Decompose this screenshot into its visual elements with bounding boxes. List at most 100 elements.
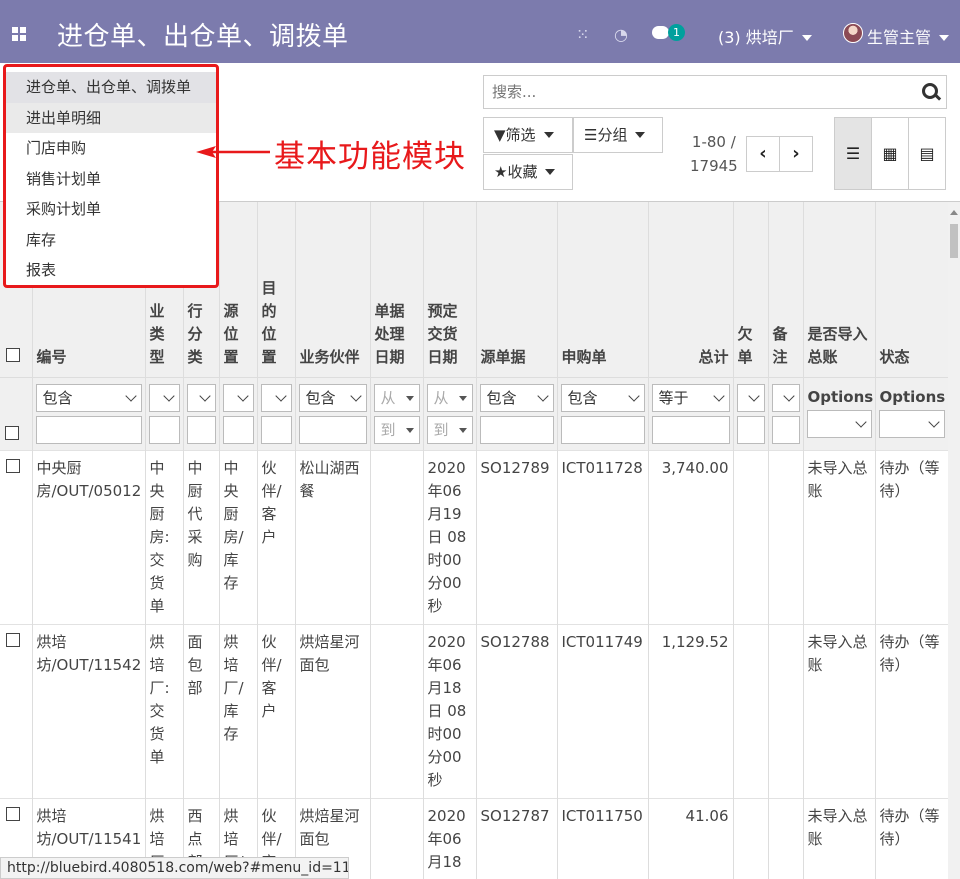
process-date-from-select[interactable]: 从 xyxy=(373,383,420,412)
purchase-filter-input[interactable] xyxy=(560,415,645,444)
type-operator-select[interactable] xyxy=(148,383,180,412)
user-menu[interactable]: 生管主管 xyxy=(867,24,950,48)
status-options-select[interactable] xyxy=(878,409,945,438)
menu-item-store-purchase[interactable]: 门店申购 xyxy=(6,133,216,164)
search-icon[interactable] xyxy=(922,83,938,99)
column-source-location[interactable]: 源位置 xyxy=(219,202,258,377)
app-title: 进仓单、出仓单、调拨单 xyxy=(57,22,349,52)
imported-options-select[interactable] xyxy=(806,409,872,438)
pager-previous-button[interactable]: ‹ xyxy=(746,136,780,172)
cell-purchase: ICT011749 xyxy=(557,623,649,798)
cell-note xyxy=(768,449,804,624)
cell-partner: 松山湖西餐 xyxy=(295,449,371,624)
number-operator-select[interactable]: 包含 xyxy=(35,383,142,412)
search-input[interactable] xyxy=(484,76,904,108)
row-checkbox[interactable] xyxy=(6,632,20,647)
cell-total: 3,740.00 xyxy=(648,449,734,624)
dest-loc-operator-select[interactable] xyxy=(260,383,292,412)
scroll-up-icon[interactable] xyxy=(950,210,958,215)
menu-item-stock-picking[interactable]: 进仓单、出仓单、调拨单 xyxy=(6,72,216,103)
column-backorder[interactable]: 欠单 xyxy=(733,202,769,377)
backorder-filter-input[interactable] xyxy=(736,415,765,444)
delivery-date-to-select[interactable]: 到 xyxy=(426,415,473,444)
list-view-button[interactable]: ☰ xyxy=(834,117,872,190)
column-imported[interactable]: 是否导入总账 xyxy=(803,202,876,377)
row-checkbox[interactable] xyxy=(6,458,20,473)
category-operator-select[interactable] xyxy=(186,383,216,412)
source-loc-operator-select[interactable] xyxy=(222,383,254,412)
column-purchase[interactable]: 申购单 xyxy=(557,202,649,377)
column-delivery-date[interactable]: 预定交货日期 xyxy=(423,202,477,377)
vertical-scrollbar[interactable] xyxy=(948,202,960,879)
menu-item-reports[interactable]: 报表 xyxy=(6,255,216,286)
cell-source-location: 中央厨房/库存 xyxy=(219,449,258,624)
source-doc-operator-select[interactable]: 包含 xyxy=(479,383,554,412)
chat-icon[interactable] xyxy=(652,26,669,39)
number-filter-input[interactable] xyxy=(35,415,142,444)
note-operator-select[interactable] xyxy=(771,383,800,412)
annotation-label: 基本功能模块 xyxy=(274,139,466,175)
pager-range[interactable]: 1-80 / xyxy=(690,130,738,154)
filter-icon: ▼ xyxy=(494,126,506,144)
column-status[interactable]: 状态 xyxy=(875,202,948,377)
filter-button[interactable]: ▼筛选 xyxy=(483,117,573,153)
column-total[interactable]: 总计 xyxy=(648,202,734,377)
cell-delivery-date: 2020年06月18日 08时00分00秒 xyxy=(423,623,477,798)
process-date-to-select[interactable]: 到 xyxy=(373,415,420,444)
category-filter-input[interactable] xyxy=(186,415,216,444)
column-process-date[interactable]: 单据处理日期 xyxy=(370,202,424,377)
cell-purchase: ICT011750 xyxy=(557,797,649,879)
cell-status: 待办（等待） xyxy=(875,623,948,798)
menu-item-sales-plan[interactable]: 销售计划单 xyxy=(6,164,216,195)
search-box xyxy=(483,75,947,109)
chevron-down-icon xyxy=(635,132,646,138)
column-partner[interactable]: 业务伙伴 xyxy=(295,202,371,377)
partner-operator-select[interactable]: 包含 xyxy=(298,383,367,412)
total-filter-input[interactable] xyxy=(651,415,730,444)
menu-item-purchase-plan[interactable]: 采购计划单 xyxy=(6,194,216,225)
source-doc-filter-input[interactable] xyxy=(479,415,554,444)
note-filter-input[interactable] xyxy=(771,415,800,444)
cell-imported: 未导入总账 xyxy=(803,797,876,879)
type-filter-input[interactable] xyxy=(148,415,180,444)
company-name: (3) 烘培厂 xyxy=(718,28,794,47)
menu-item-picking-detail[interactable]: 进出单明细 xyxy=(6,102,216,133)
dest-loc-filter-input[interactable] xyxy=(260,415,292,444)
clock-icon[interactable]: ◔ xyxy=(614,25,628,44)
pager-next-button[interactable]: › xyxy=(779,136,813,172)
avatar[interactable] xyxy=(843,23,863,43)
row-checkbox[interactable] xyxy=(6,806,20,821)
cell-imported: 未导入总账 xyxy=(803,623,876,798)
cell-type: 中央厨房:交货单 xyxy=(145,449,184,624)
company-switcher[interactable]: (3) 烘培厂 xyxy=(718,24,812,48)
kanban-view-icon: ▦ xyxy=(882,144,898,163)
cell-category: 中厨代采购 xyxy=(183,449,220,624)
total-operator-select[interactable]: 等于 xyxy=(651,383,730,412)
chevron-down-icon xyxy=(545,169,556,175)
cell-source-doc: SO12789 xyxy=(476,449,558,624)
backorder-operator-select[interactable] xyxy=(736,383,765,412)
cell-type: 烘培厂:交货单 xyxy=(145,623,184,798)
table-row[interactable]: 烘培坊/OUT/11542 烘培厂:交货单 面包部 烘培厂/库存 伙伴/客户 烘… xyxy=(0,623,948,798)
table-row[interactable]: 中央厨房/OUT/05012 中央厨房:交货单 中厨代采购 中央厨房/库存 伙伴… xyxy=(0,449,948,624)
column-dest-location[interactable]: 目的位置 xyxy=(257,202,296,377)
delivery-date-from-select[interactable]: 从 xyxy=(426,383,473,412)
filter-row-checkbox[interactable] xyxy=(5,425,19,440)
cell-status: 待办（等待） xyxy=(875,449,948,624)
calendar-view-button[interactable]: ▤ xyxy=(908,117,946,190)
column-note[interactable]: 备注 xyxy=(768,202,804,377)
select-all-checkbox[interactable] xyxy=(6,347,20,362)
column-source-doc[interactable]: 源单据 xyxy=(476,202,558,377)
scroll-thumb[interactable] xyxy=(950,224,958,258)
menu-item-inventory[interactable]: 库存 xyxy=(6,225,216,256)
apps-icon[interactable] xyxy=(12,27,26,41)
kanban-view-button[interactable]: ▦ xyxy=(871,117,909,190)
partner-filter-input[interactable] xyxy=(298,415,367,444)
source-loc-filter-input[interactable] xyxy=(222,415,254,444)
cell-note xyxy=(768,623,804,798)
favorites-button[interactable]: ★收藏 xyxy=(483,154,573,190)
cell-number: 中央厨房/OUT/05012 xyxy=(32,449,146,624)
group-by-button[interactable]: ☰分组 xyxy=(573,117,663,153)
cell-source-doc: SO12787 xyxy=(476,797,558,879)
purchase-operator-select[interactable]: 包含 xyxy=(560,383,645,412)
